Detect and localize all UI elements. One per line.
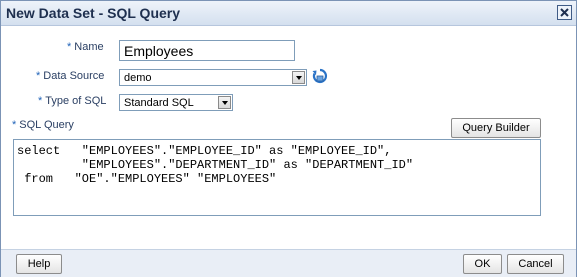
sql-query-textarea[interactable]: select "EMPLOYEES"."EMPLOYEE_ID" as "EMP… <box>13 139 541 216</box>
data-source-label: * Data Source <box>36 70 104 82</box>
required-marker: * <box>67 41 72 53</box>
required-marker: * <box>38 95 43 107</box>
query-builder-button[interactable]: Query Builder <box>451 118 541 138</box>
sql-query-label: * SQL Query <box>12 119 74 131</box>
sql-query-text: select "EMPLOYEES"."EMPLOYEE_ID" as "EMP… <box>17 144 413 186</box>
data-source-label-text: Data Source <box>43 70 105 82</box>
name-label: * Name <box>67 41 104 53</box>
type-of-sql-label-text: Type of SQL <box>45 95 107 107</box>
data-source-value: demo <box>124 72 152 84</box>
help-button[interactable]: Help <box>16 254 62 274</box>
sql-line: from "OE"."EMPLOYEES" "EMPLOYEES" <box>17 172 277 186</box>
required-marker: * <box>12 119 17 131</box>
new-data-set-dialog: New Data Set - SQL Query * Name Employees… <box>0 0 577 277</box>
type-of-sql-value: Standard SQL <box>124 97 194 109</box>
button-bar: Help OK Cancel <box>1 249 576 277</box>
chevron-down-icon[interactable] <box>292 71 305 84</box>
sql-line: "EMPLOYEES"."DEPARTMENT_ID" as "DEPARTME… <box>17 158 414 172</box>
close-button[interactable] <box>557 5 572 20</box>
data-source-select[interactable]: demo <box>119 69 307 86</box>
type-of-sql-label: * Type of SQL <box>38 95 106 107</box>
dialog-title: New Data Set - SQL Query <box>6 5 181 21</box>
name-input[interactable]: Employees <box>119 40 295 61</box>
close-icon <box>560 8 569 17</box>
chevron-down-icon[interactable] <box>218 96 231 109</box>
sql-query-label-text: SQL Query <box>19 119 74 131</box>
sql-line: select "EMPLOYEES"."EMPLOYEE_ID" as "EMP… <box>17 144 392 158</box>
refresh-button[interactable] <box>311 67 329 85</box>
type-of-sql-select[interactable]: Standard SQL <box>119 94 233 111</box>
ok-button[interactable]: OK <box>463 254 502 274</box>
name-label-text: Name <box>74 41 104 53</box>
title-bar: New Data Set - SQL Query <box>1 1 576 26</box>
required-marker: * <box>36 70 41 82</box>
name-input-value: Employees <box>124 43 194 59</box>
refresh-icon <box>312 68 328 84</box>
cancel-button[interactable]: Cancel <box>507 254 564 274</box>
